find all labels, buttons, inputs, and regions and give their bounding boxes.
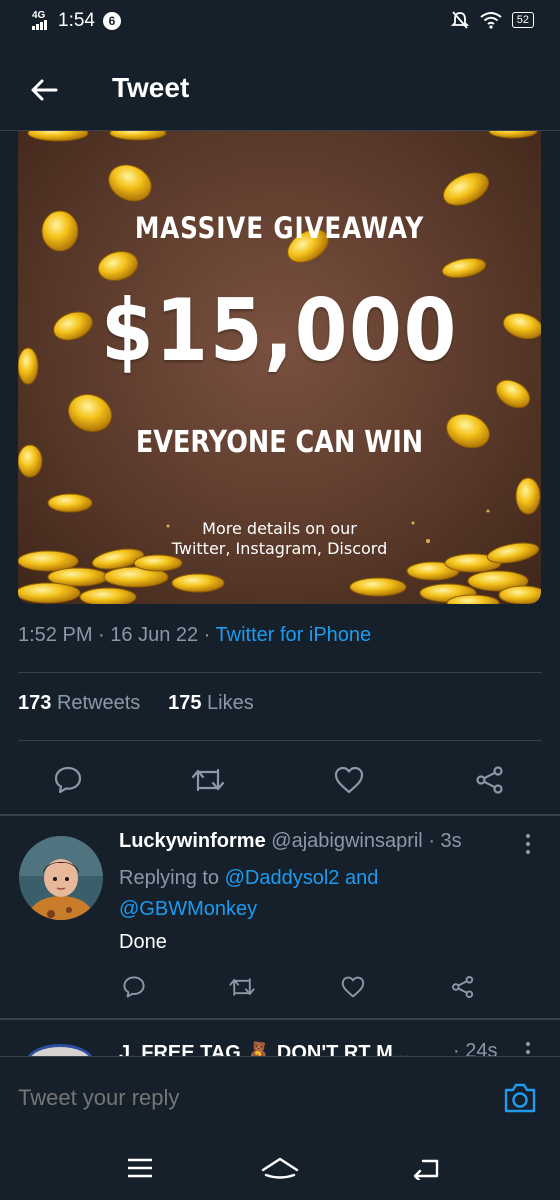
heart-icon	[341, 976, 365, 998]
reply-share-button[interactable]	[448, 970, 478, 1004]
likes-label: Likes	[207, 692, 254, 714]
heart-icon	[334, 766, 364, 794]
signal-icon	[32, 19, 47, 30]
mention-link[interactable]: @GBWMonkey	[119, 898, 257, 920]
avatar[interactable]	[19, 836, 103, 920]
recent-apps-button[interactable]	[120, 1152, 160, 1184]
reply-author-name[interactable]: J. FREE TAG 🧸 DON'T RT M...	[119, 1040, 409, 1056]
mute-icon	[450, 11, 469, 29]
retweet-icon	[229, 978, 255, 996]
system-navigation-bar	[0, 1138, 560, 1200]
promo-headline: MASSIVE GIVEAWAY	[134, 211, 425, 245]
top-bar: Tweet	[0, 44, 560, 131]
avatar[interactable]	[26, 1044, 94, 1056]
arrow-left-icon	[31, 79, 58, 101]
reply-like-button[interactable]	[338, 970, 368, 1004]
status-bar: 4G 1:54 6 52	[0, 0, 560, 44]
more-vertical-icon	[522, 1042, 534, 1056]
tweet-meta: 1:52 PM · 16 Jun 22 · Twitter for iPhone	[18, 624, 371, 647]
reply-button[interactable]	[48, 760, 88, 800]
retweets-stat[interactable]: 173 Retweets	[18, 692, 140, 714]
more-options-button[interactable]	[522, 1040, 534, 1056]
promo-tagline: EVERYONE CAN WIN	[135, 425, 424, 460]
tweet-time: 1:52 PM	[18, 624, 93, 646]
system-back-button[interactable]	[406, 1152, 446, 1184]
reply-composer	[0, 1056, 560, 1139]
promo-amount: $15,000	[100, 281, 459, 381]
reply-retweet-button[interactable]	[227, 970, 257, 1004]
reply-text: Done	[119, 931, 167, 953]
reply-time: · 24s	[453, 1040, 498, 1056]
promo-details: More details on our Twitter, Instagram, …	[18, 519, 541, 559]
mention-link[interactable]: @Daddysol2	[225, 867, 340, 889]
comment-icon	[123, 976, 145, 998]
back-button[interactable]	[26, 72, 62, 108]
retweets-label: Retweets	[56, 692, 141, 714]
reply-input[interactable]	[18, 1085, 478, 1111]
battery-icon: 52	[511, 12, 534, 28]
retweet-icon	[191, 768, 225, 792]
tweet-actions	[0, 760, 560, 800]
promo-details-line1: More details on our	[202, 519, 357, 538]
reply-time: · 3s	[428, 830, 462, 852]
wifi-icon	[480, 12, 502, 29]
share-icon	[476, 766, 503, 794]
child-photo-avatar	[19, 836, 103, 920]
replying-and[interactable]: and	[345, 867, 378, 889]
divider	[18, 740, 542, 741]
camera-icon	[504, 1083, 536, 1113]
reply-comment-button[interactable]	[119, 970, 149, 1004]
page-title: Tweet	[112, 72, 190, 103]
reply-item[interactable]: J. FREE TAG 🧸 DON'T RT M... · 24s	[0, 1030, 560, 1056]
divider	[18, 672, 542, 673]
share-icon	[452, 976, 474, 998]
camera-button[interactable]	[502, 1081, 538, 1115]
back-nav-icon	[413, 1159, 439, 1180]
divider	[0, 1018, 560, 1020]
replying-to: Replying to @Daddysol2 and @GBWMonkey	[119, 863, 499, 925]
tweet-source-link[interactable]: Twitter for iPhone	[216, 624, 372, 646]
home-icon	[261, 1157, 299, 1179]
network-indicator: 4G	[32, 10, 50, 32]
clock: 1:54	[58, 10, 95, 31]
tweet-date: 16 Jun 22	[110, 624, 199, 646]
likes-count: 175	[168, 692, 202, 714]
meta-separator: ·	[92, 624, 111, 646]
reply-header: Luckywinforme @ajabigwinsapril · 3s	[119, 830, 462, 853]
retweets-count: 173	[18, 692, 52, 714]
divider	[0, 814, 560, 816]
replying-prefix: Replying to	[119, 867, 220, 889]
like-button[interactable]	[329, 760, 369, 800]
promo-details-line2: Twitter, Instagram, Discord	[171, 539, 388, 558]
share-button[interactable]	[470, 760, 510, 800]
menu-icon	[128, 1158, 152, 1178]
reply-actions	[0, 970, 560, 1004]
home-button[interactable]	[260, 1152, 300, 1184]
more-options-button[interactable]	[522, 832, 534, 856]
tweet-image[interactable]: MASSIVE GIVEAWAY $15,000 EVERYONE CAN WI…	[18, 131, 541, 604]
reply-author-handle[interactable]: @ajabigwinsapril	[271, 830, 422, 852]
notification-count-badge: 6	[102, 12, 121, 30]
comment-icon	[54, 766, 82, 794]
meta-separator: ·	[198, 624, 216, 646]
reply-author-name[interactable]: Luckywinforme	[119, 830, 266, 852]
tweet-stats: 173 Retweets 175 Likes	[18, 692, 254, 715]
retweet-button[interactable]	[188, 760, 228, 800]
more-vertical-icon	[522, 834, 534, 854]
likes-stat[interactable]: 175 Likes	[168, 692, 254, 714]
